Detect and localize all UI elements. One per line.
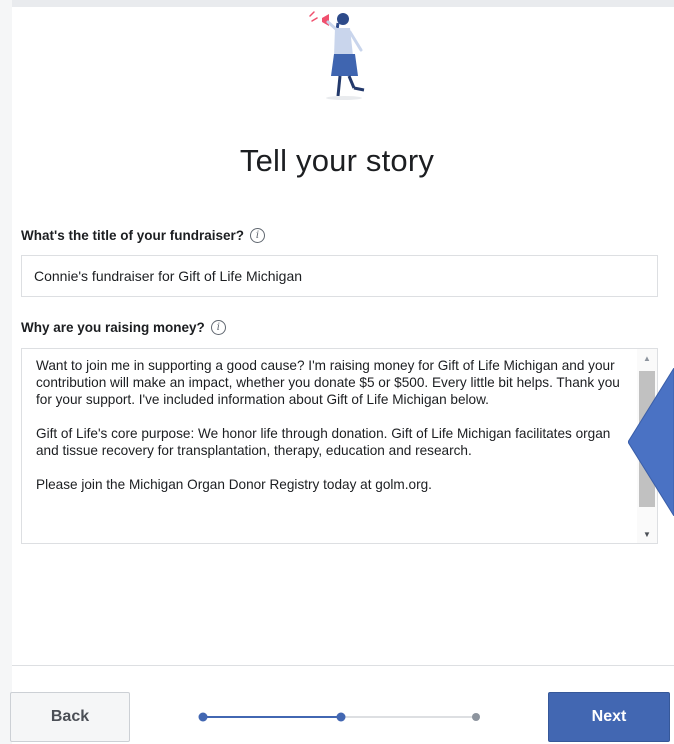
footer-divider [12,665,674,666]
page-title: Tell your story [239,143,435,178]
next-button[interactable]: Next [548,692,670,742]
progress-step-dot [336,712,346,722]
scroll-down-arrow-icon[interactable]: ▼ [637,527,657,541]
left-background-strip [0,0,12,744]
story-textarea[interactable]: Want to join me in supporting a good cau… [21,348,658,544]
story-paragraph: Please join the Michigan Organ Donor Reg… [36,477,432,492]
fundraiser-title-label-text: What's the title of your fundraiser? [21,228,244,243]
story-paragraph: Gift of Life's core purpose: We honor li… [36,426,611,458]
story-paragraph: Want to join me in supporting a good cau… [36,358,620,407]
progress-step-dot [472,713,480,721]
info-icon[interactable]: i [249,228,265,243]
fundraiser-title-label: What's the title of your fundraiser? i [21,228,265,243]
story-label-text: Why are you raising money? [21,320,205,335]
story-text[interactable]: Want to join me in supporting a good cau… [36,357,632,510]
callout-arrow-icon [628,368,674,516]
progress-step-dot [198,712,208,722]
person-with-megaphone-illustration [309,11,365,100]
info-icon[interactable]: i [210,320,226,335]
step-progress-indicator [198,712,480,722]
scroll-up-arrow-icon[interactable]: ▲ [637,351,657,365]
fundraiser-title-input[interactable] [21,255,658,297]
story-label: Why are you raising money? i [21,320,226,335]
back-button[interactable]: Back [10,692,130,742]
